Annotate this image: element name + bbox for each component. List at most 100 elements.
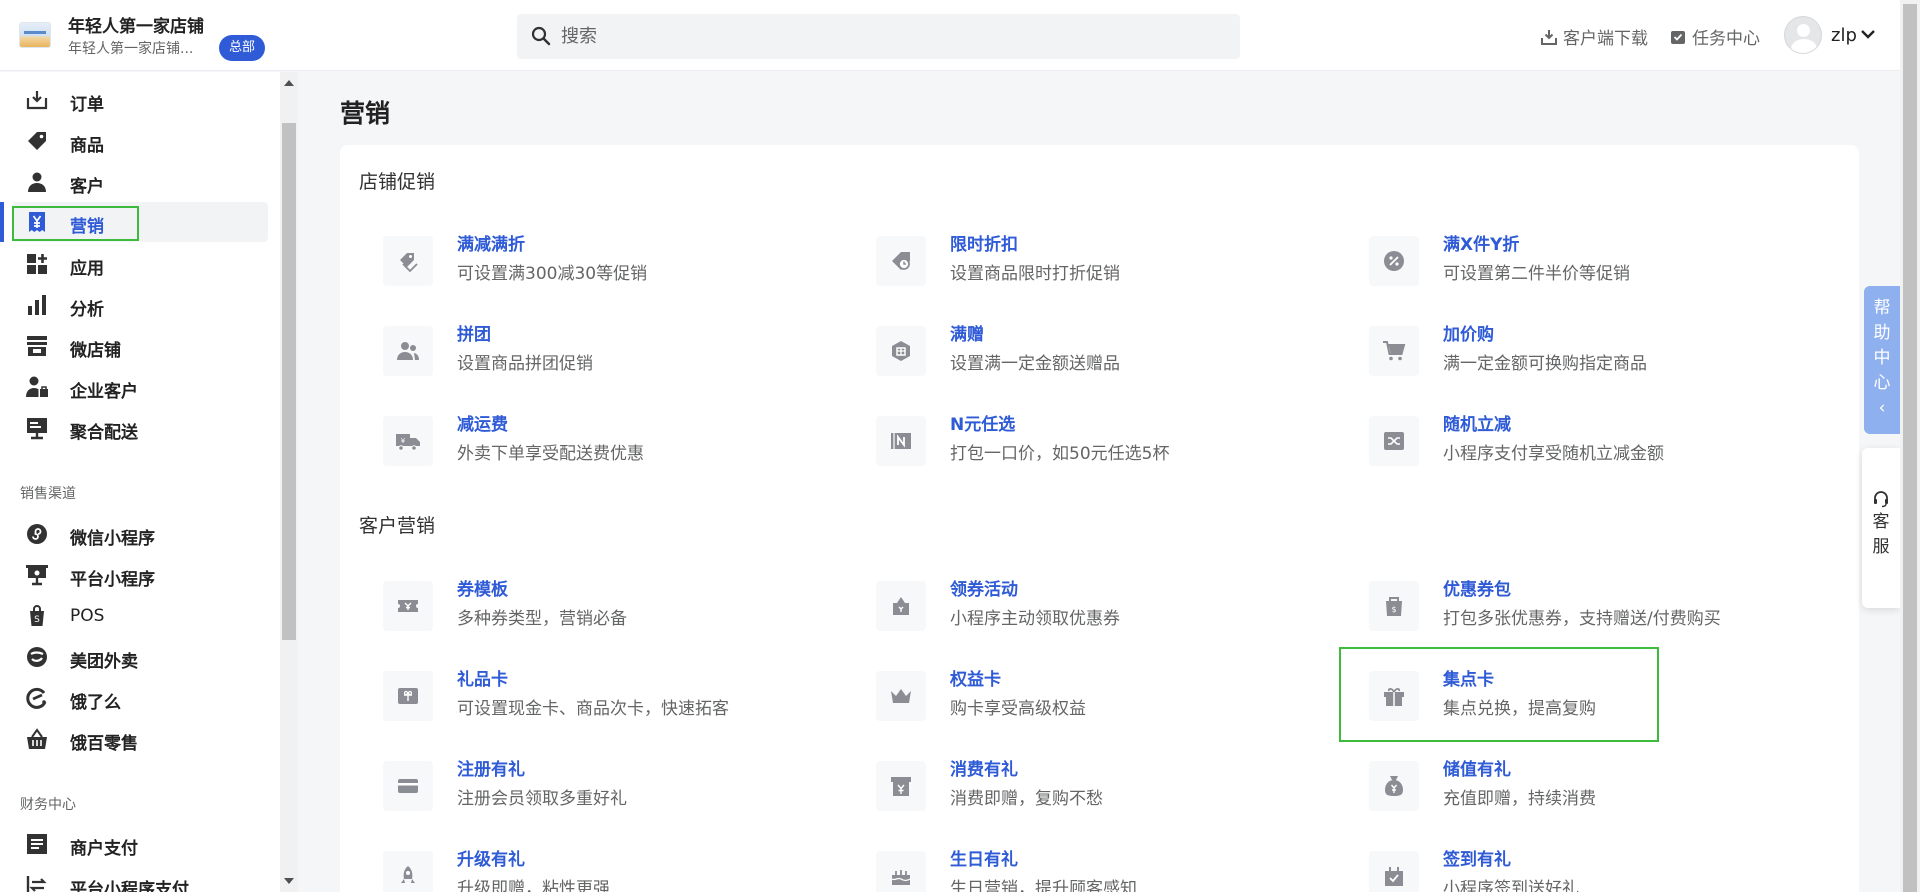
sidebar-item-analytics[interactable]: 分析 [0, 285, 268, 325]
client-download-label: 客户端下载 [1563, 29, 1648, 49]
feature-group-buy[interactable]: 拼团 设置商品拼团促销 [383, 316, 843, 386]
sidebar-item-merchant-pay[interactable]: 商户支付 [0, 824, 268, 864]
feature-full-gift[interactable]: 满赠 设置满一定金额送赠品 [876, 316, 1336, 386]
apps-grid-icon [27, 254, 47, 274]
feature-name[interactable]: 拼团 [457, 320, 491, 345]
help-center-char: 中 [1873, 348, 1891, 368]
sidebar-item-pos[interactable]: S POS [0, 596, 268, 636]
feature-full-reduction[interactable]: 满减满折 可设置满300减30等促销 [383, 226, 843, 296]
task-center-label: 任务中心 [1692, 29, 1760, 49]
username[interactable]: zlp [1831, 25, 1857, 46]
feature-name[interactable]: 加价购 [1443, 320, 1494, 345]
scroll-up-arrow-icon[interactable] [284, 80, 294, 86]
section-title-store-promotion: 店铺促销 [359, 171, 436, 193]
task-icon [1671, 30, 1685, 44]
feature-name[interactable]: 消费有礼 [950, 755, 1018, 780]
store-subtitle[interactable]: 年轻人第一家店铺... [68, 38, 193, 58]
sales-channel-title: 销售渠道 [20, 486, 76, 502]
tag-icon [28, 132, 46, 150]
feature-name[interactable]: 满赠 [950, 320, 984, 345]
feature-purchase-gift[interactable]: 消费有礼 消费即赠，复购不愁 [876, 751, 1336, 821]
feature-add-on-purchase[interactable]: 加价购 满一定金额可换购指定商品 [1369, 316, 1829, 386]
store-name[interactable]: 年轻人第一家店铺 [68, 12, 204, 37]
help-center-tab[interactable]: 帮 助 中 心 ‹ [1864, 286, 1900, 434]
feature-desc: 充值即赠，持续消费 [1443, 789, 1596, 809]
feature-random-reduction[interactable]: 随机立减 小程序支付享受随机立减金额 [1369, 406, 1829, 476]
feature-coupon-template[interactable]: 券模板 多种券类型，营销必备 [383, 571, 843, 641]
feature-name[interactable]: 权益卡 [950, 665, 1001, 690]
feature-name[interactable]: 注册有礼 [457, 755, 525, 780]
sidebar-item-meituan[interactable]: 美团外卖 [0, 637, 268, 677]
feature-desc: 满一定金额可换购指定商品 [1443, 354, 1647, 374]
sidebar-item-orders[interactable]: 订单 [0, 80, 268, 120]
sidebar-item-marketing[interactable]: 营销 [12, 202, 268, 242]
store-logo[interactable] [19, 22, 51, 48]
feature-checkin-gift[interactable]: 签到有礼 小程序签到送好礼 [1369, 841, 1829, 892]
page-scrollbar-thumb[interactable] [1903, 4, 1917, 892]
feature-name[interactable]: 随机立减 [1443, 410, 1511, 435]
feature-name[interactable]: 满减满折 [457, 230, 525, 255]
feature-name[interactable]: 券模板 [457, 575, 508, 600]
user-icon [28, 172, 46, 192]
search-input[interactable] [561, 14, 1221, 59]
feature-name[interactable]: 领券活动 [950, 575, 1018, 600]
feature-name[interactable]: 礼品卡 [457, 665, 508, 690]
feature-recharge-gift[interactable]: 储值有礼 充值即赠，持续消费 [1369, 751, 1829, 821]
sidebar-scrollbar-thumb[interactable] [282, 123, 296, 640]
task-center-link[interactable]: 任务中心 [1669, 24, 1760, 49]
feature-birthday-gift[interactable]: 生日有礼 生日营销，提升顾客感知 [876, 841, 1336, 892]
feature-name[interactable]: 升级有礼 [457, 845, 525, 870]
search-box[interactable] [517, 14, 1240, 59]
feature-desc: 升级即赠，粘性更强 [457, 879, 610, 892]
feature-gift-card[interactable]: 礼品卡 可设置现金卡、商品次卡，快速拓客 [383, 661, 843, 731]
sidebar-item-customers[interactable]: 客户 [0, 162, 268, 202]
feature-desc: 购卡享受高级权益 [950, 699, 1086, 719]
chevron-left-icon: ‹ [1878, 398, 1886, 418]
sidebar-item-label: 饿了么 [70, 693, 121, 713]
user-avatar[interactable] [1784, 16, 1822, 54]
feature-name[interactable]: 满X件Y折 [1443, 230, 1519, 255]
feature-limited-discount[interactable]: 限时折扣 设置商品限时打折促销 [876, 226, 1336, 296]
sidebar-item-apps[interactable]: 应用 [0, 244, 268, 284]
n-box-icon [876, 416, 926, 466]
section-title-customer-marketing: 客户营销 [359, 515, 436, 537]
client-download-link[interactable]: 客户端下载 [1540, 24, 1648, 49]
top-header: 年轻人第一家店铺 年轻人第一家店铺... 总部 客户端下载 任务中心 zlp [0, 0, 1900, 71]
checkin-bag-icon [1369, 851, 1419, 892]
feature-reduce-shipping[interactable]: ¥ 减运费 外卖下单享受配送费优惠 [383, 406, 843, 476]
feature-name[interactable]: 限时折扣 [950, 230, 1018, 255]
sidebar-item-enterprise-customers[interactable]: 企业客户 [0, 367, 268, 407]
help-center-char: 帮 [1873, 298, 1891, 318]
feature-n-yuan-pick[interactable]: N元任选 打包一口价，如50元任选5杯 [876, 406, 1336, 476]
customer-service-tab[interactable]: 客 服 [1862, 448, 1900, 608]
feature-points-card[interactable]: 集点卡 集点兑换，提高复购 [1369, 661, 1829, 731]
feature-benefit-card[interactable]: 权益卡 购卡享受高级权益 [876, 661, 1336, 731]
feature-name[interactable]: N元任选 [950, 410, 1015, 435]
sidebar-item-wechat-mini[interactable]: 微信小程序 [0, 514, 268, 554]
hq-badge: 总部 [219, 35, 266, 61]
feature-coupon-pack[interactable]: $ 优惠券包 打包多张优惠券，支持赠送/付费购买 [1369, 571, 1829, 641]
sidebar-item-platform-mini[interactable]: 平台小程序 [0, 555, 268, 595]
feature-coupon-activity[interactable]: 领券活动 小程序主动领取优惠券 [876, 571, 1336, 641]
sidebar-item-ebai-retail[interactable]: 饿百零售 [0, 719, 268, 759]
feature-name[interactable]: 签到有礼 [1443, 845, 1511, 870]
feature-name[interactable]: 优惠券包 [1443, 575, 1511, 600]
sidebar-item-eleme[interactable]: 饿了么 [0, 678, 268, 718]
feature-x-items-y-discount[interactable]: 满X件Y折 可设置第二件半价等促销 [1369, 226, 1829, 296]
chevron-down-icon[interactable] [1860, 28, 1876, 40]
sidebar-item-aggregated-delivery[interactable]: 聚合配送 [0, 408, 268, 448]
headset-icon [1874, 491, 1888, 508]
sidebar-item-products[interactable]: 商品 [0, 121, 268, 161]
sidebar-item-micro-store[interactable]: 微店铺 [0, 326, 268, 366]
feature-name[interactable]: 集点卡 [1443, 665, 1494, 690]
feature-name[interactable]: 减运费 [457, 410, 508, 435]
feature-upgrade-gift[interactable]: 升级有礼 升级即赠，粘性更强 [383, 841, 843, 892]
sidebar-item-platform-pay[interactable]: 平台小程序支付 [0, 865, 268, 892]
scroll-down-arrow-icon[interactable] [284, 878, 294, 884]
yen-box-icon [876, 761, 926, 811]
feature-register-gift[interactable]: 注册有礼 注册会员领取多重好礼 [383, 751, 843, 821]
feature-name[interactable]: 储值有礼 [1443, 755, 1511, 780]
finance-center-title: 财务中心 [20, 797, 76, 813]
feature-name[interactable]: 生日有礼 [950, 845, 1018, 870]
sidebar-item-label: 饿百零售 [70, 734, 138, 754]
